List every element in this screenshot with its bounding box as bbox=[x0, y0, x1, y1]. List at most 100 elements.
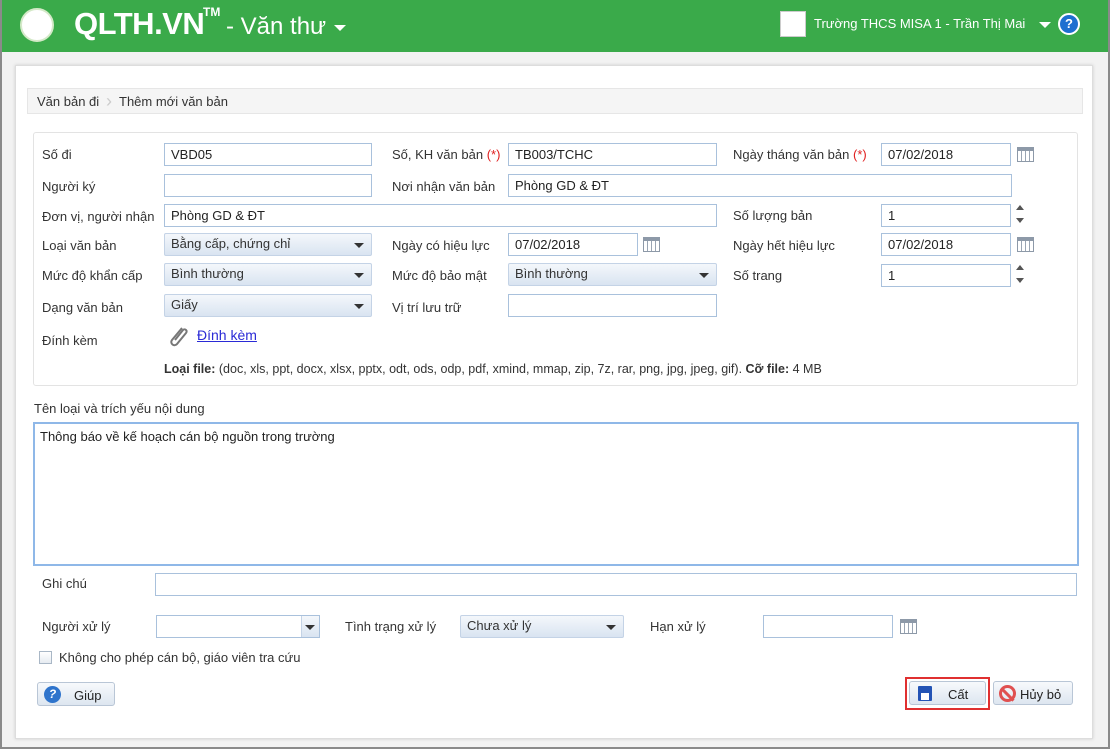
so-trang-stepper[interactable] bbox=[1015, 263, 1025, 285]
cancel-icon bbox=[999, 685, 1016, 702]
calendar-icon[interactable] bbox=[1017, 147, 1034, 162]
save-disk-icon bbox=[918, 686, 932, 701]
ngay-vb-input[interactable]: 07/02/2018 bbox=[881, 143, 1011, 166]
nguoi-xu-ly-select[interactable] bbox=[156, 615, 320, 638]
user-avatar-icon bbox=[780, 11, 806, 37]
file-size-label: Cỡ file: bbox=[745, 362, 790, 376]
spin-down-icon[interactable] bbox=[1016, 278, 1024, 283]
cancel-button-label: Hủy bỏ bbox=[1020, 687, 1062, 702]
dropdown-arrow-icon bbox=[606, 625, 616, 630]
han-xu-ly-label: Hạn xử lý bbox=[650, 619, 706, 634]
dinh-kem-label: Đính kèm bbox=[42, 333, 98, 348]
logo-icon bbox=[20, 8, 54, 42]
file-type-label: Loại file: bbox=[164, 362, 216, 376]
dropdown-button[interactable] bbox=[301, 616, 319, 637]
loai-vb-select[interactable]: Bằng cấp, chứng chỉ bbox=[164, 233, 372, 256]
noi-nhan-label: Nơi nhận văn bản bbox=[392, 179, 496, 194]
breadcrumb-current: Thêm mới văn bản bbox=[119, 94, 228, 109]
tinh-trang-select[interactable]: Chưa xử lý bbox=[460, 615, 624, 638]
ngay-het-label: Ngày hết hiệu lực bbox=[733, 238, 835, 253]
help-icon[interactable]: ? bbox=[1058, 13, 1080, 35]
dropdown-arrow-icon bbox=[699, 273, 709, 278]
so-kh-label-text: Số, KH văn bản bbox=[392, 147, 484, 162]
help-button-label: Giúp bbox=[74, 688, 102, 703]
dropdown-arrow-icon bbox=[354, 273, 364, 278]
attach-link[interactable]: Đính kèm bbox=[197, 327, 257, 343]
dang-vb-value: Giấy bbox=[171, 297, 198, 312]
save-button-label: Cất bbox=[948, 687, 969, 702]
chevron-down-icon bbox=[1039, 21, 1052, 28]
so-trang-label: Số trang bbox=[733, 268, 783, 283]
nguoi-ky-label: Người ký bbox=[42, 179, 96, 194]
save-button[interactable]: Cất bbox=[909, 681, 986, 705]
user-menu[interactable]: Trường THCS MISA 1 - Trần Thị Mai bbox=[814, 16, 1052, 31]
ghi-chu-label: Ghi chú bbox=[42, 576, 87, 591]
khong-cho-phep-checkbox[interactable] bbox=[39, 651, 52, 664]
khan-cap-select[interactable]: Bình thường bbox=[164, 263, 372, 286]
ghi-chu-input[interactable] bbox=[155, 573, 1077, 596]
cancel-button[interactable]: Hủy bỏ bbox=[993, 681, 1073, 705]
so-luong-label: Số lượng bản bbox=[733, 208, 813, 223]
trich-yeu-textarea[interactable]: Thông báo về kế hoạch cán bộ nguồn trong… bbox=[33, 422, 1079, 566]
bao-mat-value: Bình thường bbox=[515, 266, 588, 281]
dang-vb-label: Dạng văn bản bbox=[42, 300, 123, 315]
paperclip-icon bbox=[170, 327, 188, 347]
module-selector[interactable]: - Văn thư bbox=[226, 13, 347, 41]
nguoi-xu-ly-label: Người xử lý bbox=[42, 619, 111, 634]
breadcrumb: Văn bản đi › Thêm mới văn bản bbox=[27, 88, 1083, 114]
so-di-input[interactable]: VBD05 bbox=[164, 143, 372, 166]
bao-mat-select[interactable]: Bình thường bbox=[508, 263, 717, 286]
tinh-trang-value: Chưa xử lý bbox=[467, 618, 532, 633]
han-xu-ly-input[interactable] bbox=[763, 615, 893, 638]
required-marker: (*) bbox=[486, 147, 501, 162]
brand-name: QLTH.VN bbox=[74, 6, 205, 41]
so-di-label: Số đi bbox=[42, 147, 72, 162]
spin-up-icon[interactable] bbox=[1016, 205, 1024, 210]
user-name: Trường THCS MISA 1 - Trần Thị Mai bbox=[814, 16, 1026, 31]
question-icon: ? bbox=[44, 686, 61, 703]
khong-cho-phep-label: Không cho phép cán bộ, giáo viên tra cứu bbox=[59, 650, 301, 665]
app-header: QLTH.VN TM - Văn thư Trường THCS MISA 1 … bbox=[2, 0, 1108, 52]
breadcrumb-separator: › bbox=[106, 91, 112, 111]
module-label: - Văn thư bbox=[226, 13, 327, 40]
ngay-vb-label-text: Ngày tháng văn bản bbox=[733, 147, 850, 162]
required-marker: (*) bbox=[853, 147, 867, 162]
vi-tri-label: Vị trí lưu trữ bbox=[392, 300, 462, 315]
loai-vb-value: Bằng cấp, chứng chỉ bbox=[171, 236, 291, 251]
file-types: (doc, xls, ppt, docx, xlsx, pptx, odt, o… bbox=[215, 362, 746, 376]
dropdown-arrow-icon bbox=[354, 304, 364, 309]
calendar-icon[interactable] bbox=[900, 619, 917, 634]
so-luong-input[interactable]: 1 bbox=[881, 204, 1011, 227]
spin-down-icon[interactable] bbox=[1016, 218, 1024, 223]
trich-yeu-label: Tên loại và trích yếu nội dung bbox=[34, 401, 205, 416]
spin-up-icon[interactable] bbox=[1016, 265, 1024, 270]
ngay-hieu-luc-label: Ngày có hiệu lực bbox=[392, 238, 490, 253]
so-trang-input[interactable]: 1 bbox=[881, 264, 1011, 287]
dropdown-arrow-icon bbox=[305, 625, 315, 630]
khan-cap-value: Bình thường bbox=[171, 266, 244, 281]
brand-tm: TM bbox=[203, 5, 221, 19]
vi-tri-input[interactable] bbox=[508, 294, 717, 317]
don-vi-input[interactable]: Phòng GD & ĐT bbox=[164, 204, 717, 227]
help-button[interactable]: ? Giúp bbox=[37, 682, 115, 706]
noi-nhan-input[interactable]: Phòng GD & ĐT bbox=[508, 174, 1012, 197]
don-vi-label: Đơn vị, người nhận bbox=[42, 209, 155, 224]
ngay-hieu-luc-input[interactable]: 07/02/2018 bbox=[508, 233, 638, 256]
bao-mat-label: Mức độ bảo mật bbox=[392, 268, 487, 283]
nguoi-ky-input[interactable] bbox=[164, 174, 372, 197]
breadcrumb-item[interactable]: Văn bản đi bbox=[37, 94, 99, 109]
calendar-icon[interactable] bbox=[1017, 237, 1034, 252]
dropdown-arrow-icon bbox=[354, 243, 364, 248]
ngay-het-input[interactable]: 07/02/2018 bbox=[881, 233, 1011, 256]
khan-cap-label: Mức độ khẩn cấp bbox=[42, 268, 143, 283]
dang-vb-select[interactable]: Giấy bbox=[164, 294, 372, 317]
so-kh-label: Số, KH văn bản (*) bbox=[392, 147, 500, 162]
calendar-icon[interactable] bbox=[643, 237, 660, 252]
file-info: Loại file: (doc, xls, ppt, docx, xlsx, p… bbox=[164, 362, 822, 376]
so-kh-input[interactable]: TB003/TCHC bbox=[508, 143, 717, 166]
ngay-vb-label: Ngày tháng văn bản (*) bbox=[733, 147, 867, 162]
chevron-down-icon bbox=[334, 24, 347, 31]
loai-vb-label: Loại văn bản bbox=[42, 238, 117, 253]
file-size: 4 MB bbox=[789, 362, 822, 376]
so-luong-stepper[interactable] bbox=[1015, 203, 1025, 225]
